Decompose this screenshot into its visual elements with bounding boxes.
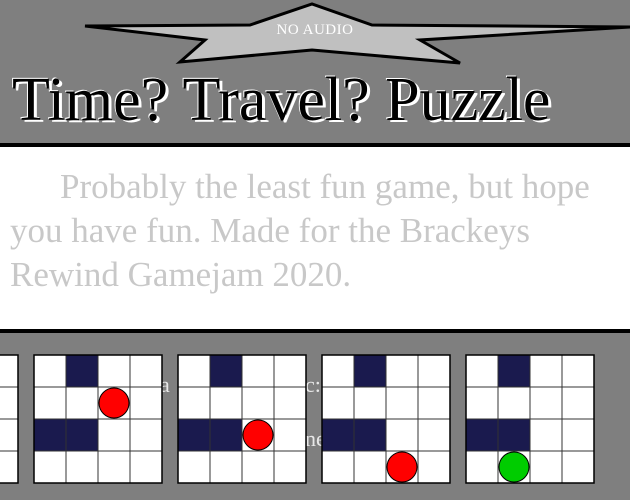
- grid-cell: [177, 354, 211, 388]
- wall-cell: [321, 418, 355, 452]
- grid-cell: [417, 418, 451, 452]
- wall-cell: [65, 418, 99, 452]
- wall-cell: [209, 354, 243, 388]
- grid-cell: [0, 386, 19, 420]
- wall-cell: [177, 418, 211, 452]
- grid-cell: [321, 386, 355, 420]
- grid-cell: [65, 450, 99, 484]
- grid-cell: [0, 418, 19, 452]
- description-text: Probably the least fun game, but hope yo…: [10, 167, 590, 294]
- puzzle-board[interactable]: [177, 354, 307, 484]
- grid-cell: [97, 354, 131, 388]
- player-token: [386, 451, 418, 483]
- grid-cell: [561, 450, 595, 484]
- wall-cell: [353, 354, 387, 388]
- grid-cell: [0, 450, 19, 484]
- grid-cell: [241, 386, 275, 420]
- grid-cell: [33, 354, 67, 388]
- grid-cell: [129, 450, 163, 484]
- grid-cell: [417, 450, 451, 484]
- grid-cell: [177, 450, 211, 484]
- grid-cell: [0, 354, 19, 388]
- grid-cell: [529, 418, 563, 452]
- grid-cell: [385, 418, 419, 452]
- grid-cell: [273, 354, 307, 388]
- wall-cell: [209, 418, 243, 452]
- grid-cell: [33, 450, 67, 484]
- grid-cell: [273, 450, 307, 484]
- grid-cell: [209, 450, 243, 484]
- grid-cell: [465, 386, 499, 420]
- player-token: [242, 419, 274, 451]
- grid-cell: [465, 450, 499, 484]
- grid-cell: [241, 354, 275, 388]
- grid-cell: [177, 386, 211, 420]
- puzzle-board[interactable]: [33, 354, 163, 484]
- grid-cell: [497, 386, 531, 420]
- grid-cell: [33, 386, 67, 420]
- grid-cell: [129, 418, 163, 452]
- grid-cell: [321, 354, 355, 388]
- game-title: Time? Travel? Puzzle: [12, 66, 551, 134]
- grid-cell: [353, 386, 387, 420]
- player-token: [98, 387, 130, 419]
- wall-cell: [353, 418, 387, 452]
- grid-cell: [529, 450, 563, 484]
- grid-cell: [353, 450, 387, 484]
- grid-cell: [529, 386, 563, 420]
- grid-cell: [321, 450, 355, 484]
- grid-cell: [417, 386, 451, 420]
- grid-cell: [417, 354, 451, 388]
- grid-cell: [273, 418, 307, 452]
- wall-cell: [65, 354, 99, 388]
- grid-cell: [465, 354, 499, 388]
- grid-cell: [97, 418, 131, 452]
- grid-cell: [561, 386, 595, 420]
- grid-cell: [273, 386, 307, 420]
- grid-cell: [561, 354, 595, 388]
- puzzle-board[interactable]: [321, 354, 451, 484]
- wall-cell: [497, 418, 531, 452]
- wall-cell: [465, 418, 499, 452]
- puzzle-board[interactable]: [0, 354, 19, 484]
- audio-toggle-button[interactable]: NO AUDIO: [0, 22, 630, 39]
- puzzle-board[interactable]: [465, 354, 595, 484]
- grid-cell: [529, 354, 563, 388]
- grid-cell: [241, 450, 275, 484]
- goal-token: [498, 451, 530, 483]
- grid-cell: [97, 450, 131, 484]
- grid-cell: [385, 354, 419, 388]
- description-panel: Probably the least fun game, but hope yo…: [0, 143, 630, 333]
- grid-cell: [561, 418, 595, 452]
- grid-cell: [209, 386, 243, 420]
- grid-cell: [129, 386, 163, 420]
- grid-cell: [385, 386, 419, 420]
- grid-cell: [65, 386, 99, 420]
- grid-cell: [129, 354, 163, 388]
- wall-cell: [33, 418, 67, 452]
- wall-cell: [497, 354, 531, 388]
- puzzle-boards: [0, 354, 595, 484]
